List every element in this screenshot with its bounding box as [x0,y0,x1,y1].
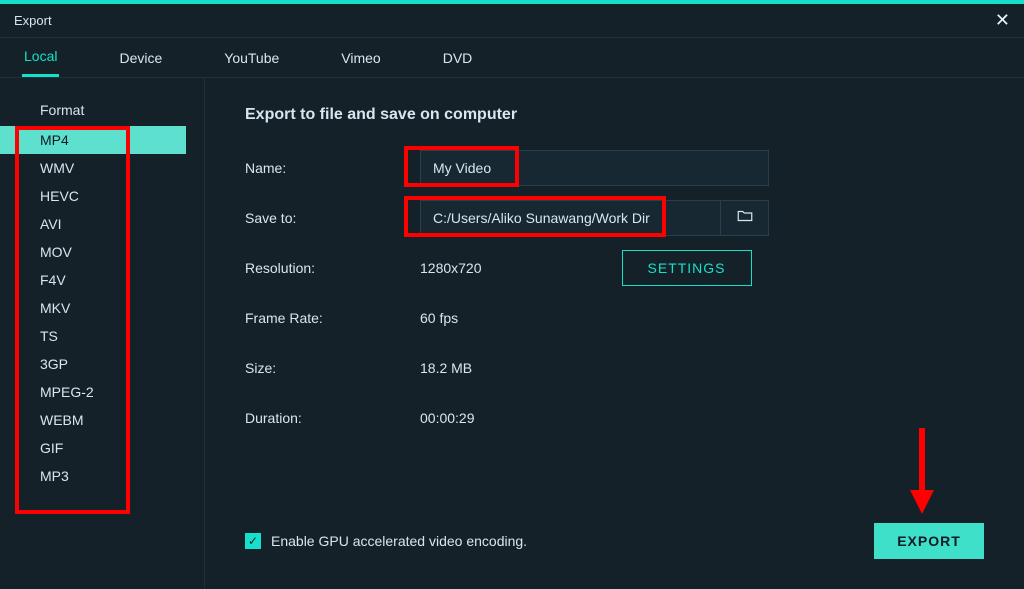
format-item-wmv[interactable]: WMV [0,154,186,182]
browse-folder-button[interactable] [720,200,769,236]
window-title: Export [14,13,52,28]
tab-local[interactable]: Local [22,38,59,77]
save-to-input[interactable] [420,200,720,236]
gpu-encoding-option: ✓ Enable GPU accelerated video encoding. [245,533,527,549]
format-list: MP4 WMV HEVC AVI MOV F4V MKV TS 3GP MPEG… [0,126,204,490]
format-item-ts[interactable]: TS [0,322,186,350]
duration-label: Duration: [245,410,420,426]
export-tabs: Local Device YouTube Vimeo DVD [0,38,1024,78]
main-heading: Export to file and save on computer [245,106,984,124]
format-item-mpeg2[interactable]: MPEG-2 [0,378,186,406]
row-framerate: Frame Rate: 60 fps [245,300,984,336]
titlebar: Export ✕ [0,4,1024,38]
name-input[interactable] [420,150,769,186]
row-resolution: Resolution: 1280x720 SETTINGS [245,250,984,286]
format-item-3gp[interactable]: 3GP [0,350,186,378]
gpu-checkbox[interactable]: ✓ [245,533,261,549]
format-item-gif[interactable]: GIF [0,434,186,462]
bottom-row: ✓ Enable GPU accelerated video encoding.… [245,523,984,559]
row-duration: Duration: 00:00:29 [245,400,984,436]
tab-youtube[interactable]: YouTube [222,40,281,76]
row-save-to: Save to: [245,200,984,236]
format-item-mov[interactable]: MOV [0,238,186,266]
framerate-value: 60 fps [420,310,458,326]
export-window: Export ✕ Local Device YouTube Vimeo DVD … [0,0,1024,589]
format-item-mkv[interactable]: MKV [0,294,186,322]
format-item-mp4[interactable]: MP4 [0,126,186,154]
format-item-webm[interactable]: WEBM [0,406,186,434]
settings-button[interactable]: SETTINGS [622,250,752,286]
size-value: 18.2 MB [420,360,472,376]
tab-dvd[interactable]: DVD [441,40,475,76]
resolution-value: 1280x720 [420,260,482,276]
body: Format MP4 WMV HEVC AVI MOV F4V MKV TS 3… [0,78,1024,589]
format-sidebar: Format MP4 WMV HEVC AVI MOV F4V MKV TS 3… [0,78,205,589]
framerate-label: Frame Rate: [245,310,420,326]
gpu-label: Enable GPU accelerated video encoding. [271,533,527,549]
close-icon[interactable]: ✕ [995,10,1010,31]
format-item-f4v[interactable]: F4V [0,266,186,294]
export-button[interactable]: EXPORT [874,523,984,559]
tab-device[interactable]: Device [117,40,164,76]
tab-vimeo[interactable]: Vimeo [339,40,382,76]
format-item-avi[interactable]: AVI [0,210,186,238]
main-panel: Export to file and save on computer Name… [205,78,1024,589]
format-item-hevc[interactable]: HEVC [0,182,186,210]
folder-icon [736,207,754,230]
size-label: Size: [245,360,420,376]
row-name: Name: [245,150,984,186]
format-heading: Format [0,98,204,126]
resolution-label: Resolution: [245,260,420,276]
format-item-mp3[interactable]: MP3 [0,462,186,490]
row-size: Size: 18.2 MB [245,350,984,386]
name-label: Name: [245,160,420,176]
duration-value: 00:00:29 [420,410,475,426]
save-to-label: Save to: [245,210,420,226]
